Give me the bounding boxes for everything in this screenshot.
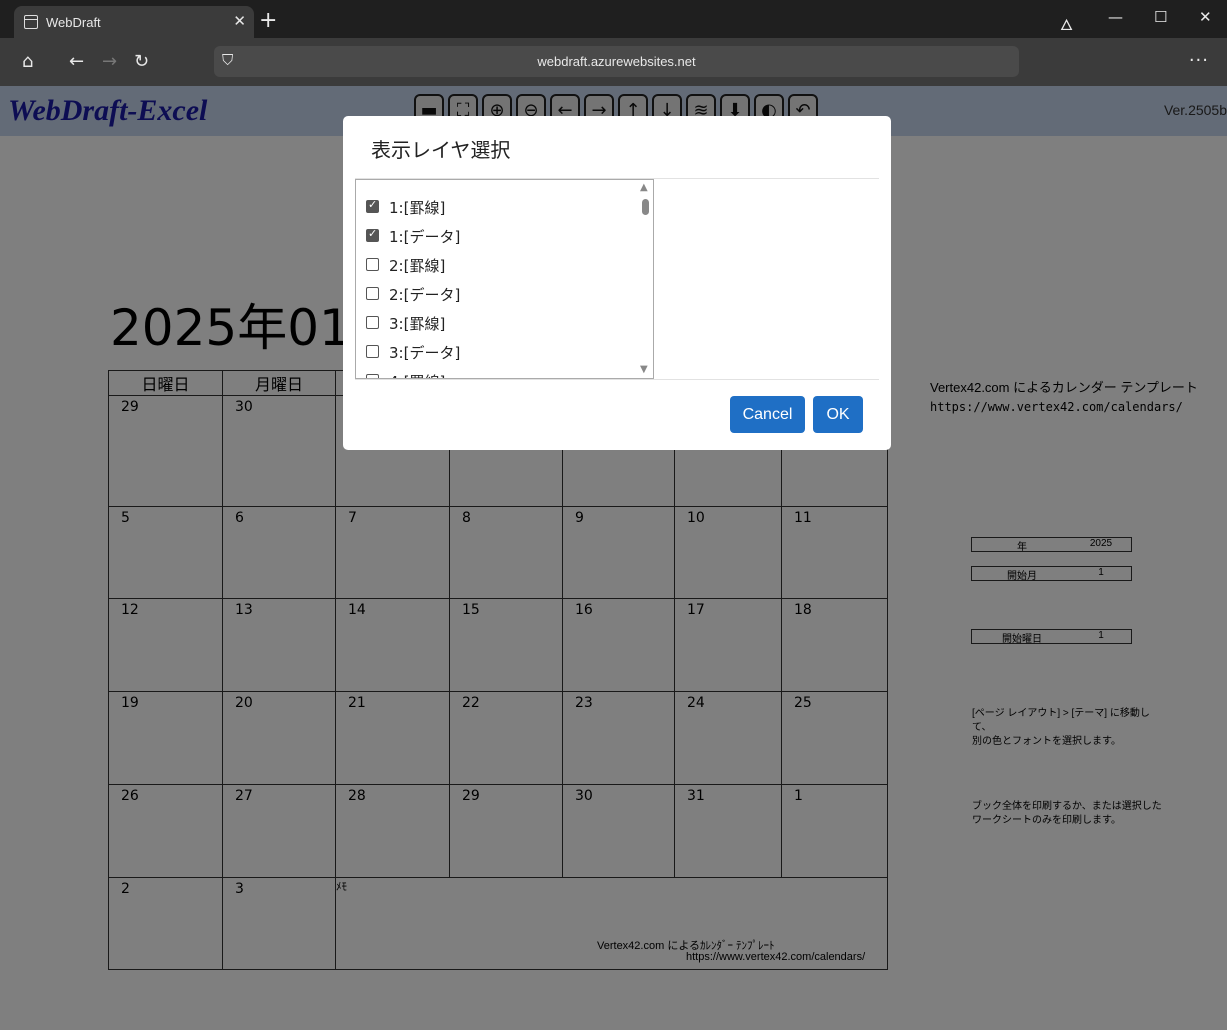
browser-tab[interactable]: WebDraft ✕	[14, 6, 254, 38]
list-scrollbar[interactable]: ▲ ▼	[637, 180, 653, 378]
layer-checkbox[interactable]	[366, 258, 379, 271]
layer-checkbox[interactable]	[366, 316, 379, 329]
more-icon[interactable]: ···	[1189, 50, 1209, 71]
layer-label: 2:[罫線]	[389, 257, 446, 275]
maximize-icon[interactable]: ☐	[1154, 8, 1167, 26]
layer-label: 3:[データ]	[389, 344, 461, 362]
back-icon[interactable]: ←	[69, 51, 84, 72]
divider	[355, 379, 879, 380]
layer-checkbox[interactable]	[366, 287, 379, 300]
layer-checkbox[interactable]	[366, 345, 379, 358]
layer-label: 4:[罫線]	[389, 371, 445, 378]
layer-label: 2:[データ]	[389, 286, 461, 304]
tab-title: WebDraft	[46, 15, 101, 30]
close-window-icon[interactable]: ✕	[1199, 8, 1212, 26]
browser-window: WebDraft ✕ + 🜂 — ☐ ✕ ⌂ ← → ↻ ⛉ webdraft.…	[0, 0, 1227, 1030]
reload-icon[interactable]: ↻	[134, 51, 149, 72]
calendar-favicon-icon	[24, 15, 38, 29]
layer-checkbox[interactable]	[366, 227, 379, 242]
new-tab-icon[interactable]: +	[259, 8, 277, 33]
layer-label: 3:[罫線]	[389, 315, 446, 333]
dialog-title: 表示レイヤ選択	[371, 138, 511, 162]
ok-button[interactable]: OK	[813, 396, 863, 433]
url-text: webdraft.azurewebsites.net	[537, 54, 696, 69]
scroll-up-icon[interactable]: ▲	[640, 182, 648, 193]
scroll-down-icon[interactable]: ▼	[640, 364, 648, 375]
title-bar: WebDraft ✕ + 🜂 — ☐ ✕	[0, 0, 1227, 38]
address-bar[interactable]: ⛉ webdraft.azurewebsites.net	[214, 46, 1019, 77]
fire-icon[interactable]: 🜂	[1060, 8, 1073, 39]
forward-icon: →	[102, 51, 118, 72]
layer-list[interactable]: 1:[罫線] 1:[データ] 2:[罫線] 2:[データ] 3:[罫線] 3:[…	[355, 179, 654, 379]
layer-select-dialog: 表示レイヤ選択 1:[罫線] 1:[データ] 2:[罫線] 2:[データ] 3:…	[343, 116, 891, 450]
minimize-icon[interactable]: —	[1108, 8, 1123, 26]
layer-label: 1:[罫線]	[389, 199, 446, 217]
cancel-button[interactable]: Cancel	[730, 396, 805, 433]
scroll-thumb[interactable]	[642, 199, 649, 215]
layer-label: 1:[データ]	[389, 228, 461, 246]
browser-toolbar: ⌂ ← → ↻ ⛉ webdraft.azurewebsites.net ···	[0, 38, 1227, 86]
close-tab-icon[interactable]: ✕	[233, 12, 246, 30]
layer-checkbox[interactable]	[366, 198, 379, 213]
home-icon[interactable]: ⌂	[22, 51, 33, 72]
